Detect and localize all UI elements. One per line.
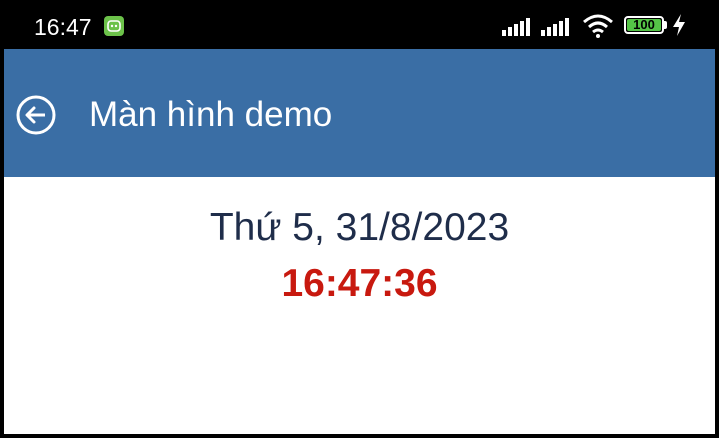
- screen-border: [0, 0, 719, 438]
